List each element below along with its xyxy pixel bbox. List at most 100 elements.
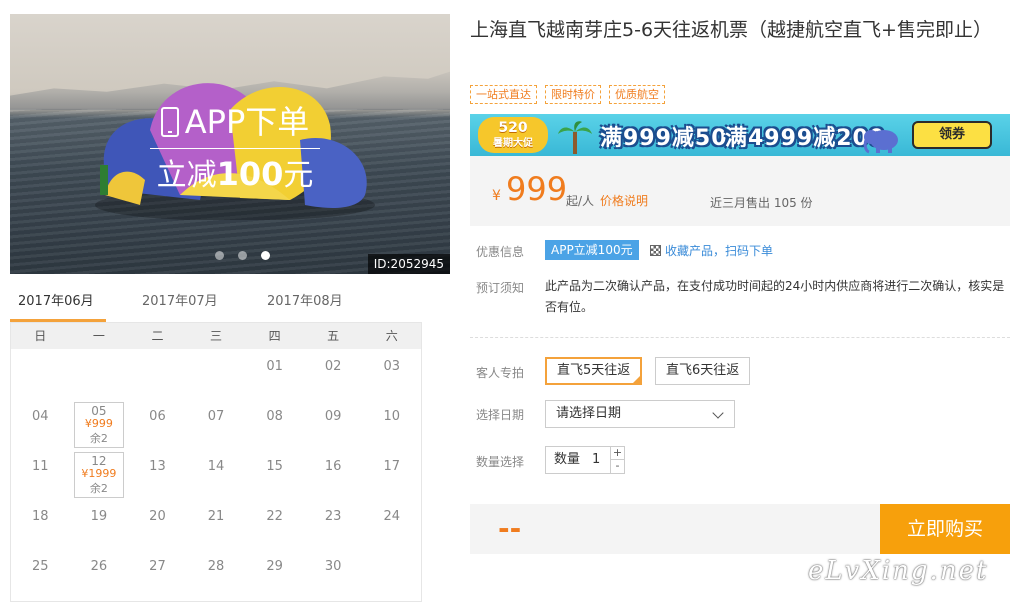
weekday-label: 日	[34, 329, 47, 343]
currency-symbol: ¥	[492, 188, 501, 204]
calendar-day	[128, 349, 187, 399]
weekday-label: 二	[151, 329, 164, 343]
quantity-minus-button[interactable]: -	[610, 460, 624, 473]
calendar-day: 04	[11, 399, 70, 449]
tag-limited-offer: 限时特价	[545, 85, 601, 104]
day-number: 16	[324, 459, 342, 474]
calendar-day: 20	[128, 499, 187, 549]
day-number: 27	[149, 559, 166, 574]
calendar-day-available[interactable]: 05 ¥999 余2	[70, 399, 129, 449]
calendar-day: 16	[304, 449, 363, 499]
calendar-day: 13	[128, 449, 187, 499]
day-number: 22	[266, 509, 283, 524]
quantity-prefix: 数量	[554, 452, 581, 467]
quantity-value[interactable]: 1	[592, 447, 600, 473]
day-stock: 余2	[89, 482, 108, 495]
day-number: 20	[149, 509, 166, 524]
chevron-down-icon	[712, 407, 724, 419]
calendar-day	[362, 549, 421, 599]
app-discount-badge: APP立减100元	[545, 240, 639, 260]
day-number: 29	[266, 559, 283, 574]
favorite-qr-link[interactable]: 收藏产品，扫码下单	[650, 242, 773, 259]
calendar-day: 14	[187, 449, 246, 499]
day-number: 08	[266, 409, 283, 424]
tab-month-3[interactable]: 2017年08月	[267, 292, 343, 322]
calendar-day: 24	[362, 499, 421, 549]
weekday-label: 四	[268, 329, 281, 343]
carousel-dot[interactable]	[215, 251, 224, 260]
option-6-day-roundtrip[interactable]: 直飞6天往返	[655, 357, 751, 385]
quantity-stepper[interactable]: 数量 1 + -	[545, 446, 625, 474]
day-number: 19	[90, 509, 108, 524]
calendar-day: 06	[128, 399, 187, 449]
day-number: 04	[32, 409, 49, 424]
calendar-day	[11, 349, 70, 399]
total-price: --	[498, 512, 522, 545]
calendar-day: 18	[11, 499, 70, 549]
day-number: 28	[207, 559, 225, 574]
calendar-day: 26	[70, 549, 129, 599]
section-divider	[470, 337, 1010, 338]
promo-banner[interactable]: 520 暑期大促 满999减50 满4999减200 领券	[470, 114, 1010, 156]
day-number: 26	[90, 559, 108, 574]
app-order-text: APP下单	[184, 103, 310, 141]
calendar-day: 25	[11, 549, 70, 599]
calendar-day: 08	[245, 399, 304, 449]
calendar-day: 30	[304, 549, 363, 599]
calendar-week-row: 01 02 03	[11, 349, 421, 399]
palm-tree-icon	[558, 121, 592, 154]
elephant-icon	[863, 130, 898, 154]
day-number: 11	[32, 459, 49, 474]
price-explanation-link[interactable]: 价格说明	[600, 192, 648, 209]
buy-now-button[interactable]: 立即购买	[880, 504, 1010, 554]
discount-text: 立减100元	[156, 155, 314, 193]
calendar-day: 15	[245, 449, 304, 499]
date-select-label: 选择日期	[476, 408, 525, 422]
product-page: APP下单 立减100元 ID:2052945 2017年06月 2017年07…	[0, 0, 1015, 605]
price-calendar: 日 一 二 三 四 五 六 01 02 03 04 05 ¥999 余2 06 07 08 09 10…	[10, 322, 422, 602]
day-number: 01	[266, 359, 283, 374]
day-price: ¥1999	[81, 467, 117, 480]
day-number: 10	[383, 409, 401, 424]
product-title: 上海直飞越南芽庄5-6天往返机票（越捷航空直飞+售完即止）	[470, 19, 992, 41]
tab-month-1[interactable]: 2017年06月	[10, 292, 106, 322]
calendar-day: 07	[187, 399, 246, 449]
product-image[interactable]: APP下单 立减100元 ID:2052945	[10, 14, 450, 274]
tab-month-2[interactable]: 2017年07月	[142, 292, 218, 322]
calendar-week-row: 04 05 ¥999 余2 06 07 08 09 10	[11, 399, 421, 449]
day-stock: 余2	[89, 432, 108, 445]
carousel-dot[interactable]	[238, 251, 247, 260]
day-number: 24	[383, 509, 401, 524]
image-id-badge: ID:2052945	[367, 254, 450, 274]
quantity-label: 数量选择	[476, 455, 525, 469]
calendar-day-available[interactable]: 12 ¥1999 余2	[70, 449, 129, 499]
calendar-day: 17	[362, 449, 421, 499]
calendar-day	[187, 349, 246, 399]
carousel-dot-active[interactable]	[261, 251, 270, 260]
price-unit: 起/人	[566, 194, 595, 208]
offer-999-minus-50: 满999减50	[600, 126, 728, 151]
sales-count: 近三月售出 105 份	[710, 196, 813, 210]
calendar-day: 01	[245, 349, 304, 399]
weekday-label: 一	[92, 329, 105, 343]
calendar-day: 02	[304, 349, 363, 399]
option-5-day-roundtrip[interactable]: 直飞5天往返	[545, 357, 643, 385]
calendar-day: 11	[11, 449, 70, 499]
day-number: 25	[32, 559, 49, 574]
calendar-day	[70, 349, 129, 399]
day-number: 03	[383, 359, 401, 374]
day-number: 07	[207, 409, 225, 424]
day-number: 18	[32, 509, 49, 524]
claim-coupon-button[interactable]: 领券	[912, 121, 992, 149]
promo-info-label: 优惠信息	[476, 245, 525, 259]
calendar-day: 10	[362, 399, 421, 449]
date-dropdown[interactable]: 请选择日期	[545, 400, 735, 428]
weekday-label: 五	[327, 329, 340, 343]
day-number: 17	[383, 459, 401, 474]
month-tabs: 2017年06月 2017年07月 2017年08月	[10, 292, 450, 322]
day-number: 30	[324, 559, 342, 574]
day-number: 15	[266, 459, 283, 474]
purchase-bar: -- 立即购买	[470, 504, 1010, 554]
day-number: 23	[324, 509, 342, 524]
calendar-day: 28	[187, 549, 246, 599]
